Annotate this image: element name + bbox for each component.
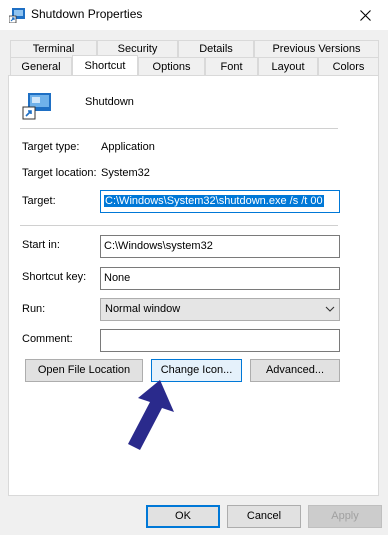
shortcut-key-input[interactable]: None — [100, 267, 340, 290]
target-type-label: Target type: — [22, 141, 80, 153]
shortcut-key-value: None — [104, 272, 131, 284]
run-label: Run: — [22, 303, 46, 315]
shortcut-name: Shutdown — [85, 96, 134, 108]
tab-colors[interactable]: Colors — [318, 57, 379, 75]
separator — [20, 225, 338, 226]
tab-previous-versions[interactable]: Previous Versions — [254, 40, 379, 57]
shutdown-shortcut-icon — [22, 93, 51, 120]
target-type-value: Application — [101, 141, 155, 153]
start-in-value: C:\Windows\system32 — [104, 240, 213, 252]
window-title: Shutdown Properties — [31, 7, 143, 21]
ok-button[interactable]: OK — [146, 505, 220, 528]
target-location-label: Target location: — [22, 167, 97, 179]
tab-general[interactable]: General — [10, 57, 72, 75]
shortcut-key-label: Shortcut key: — [22, 271, 87, 283]
tab-details[interactable]: Details — [178, 40, 254, 57]
separator — [20, 128, 338, 129]
tab-font[interactable]: Font — [205, 57, 258, 75]
run-value: Normal window — [105, 303, 181, 315]
target-input[interactable]: C:\Windows\System32\shutdown.exe /s /t 0… — [100, 190, 340, 213]
target-location-value: System32 — [101, 167, 150, 179]
arrow-annotation-icon — [128, 380, 174, 450]
comment-label: Comment: — [22, 333, 73, 345]
start-in-input[interactable]: C:\Windows\system32 — [100, 235, 340, 258]
start-in-label: Start in: — [22, 239, 60, 251]
tab-layout[interactable]: Layout — [258, 57, 318, 75]
shortcut-app-icon — [9, 8, 25, 23]
tab-options[interactable]: Options — [138, 57, 205, 75]
apply-button[interactable]: Apply — [308, 505, 382, 528]
close-button[interactable] — [342, 0, 388, 30]
chevron-down-icon — [325, 306, 335, 312]
title-bar: Shutdown Properties — [0, 0, 388, 30]
cancel-button[interactable]: Cancel — [227, 505, 301, 528]
tab-shortcut[interactable]: Shortcut — [72, 55, 138, 75]
advanced-button[interactable]: Advanced... — [250, 359, 340, 382]
run-dropdown[interactable]: Normal window — [100, 298, 340, 321]
close-icon — [359, 9, 371, 21]
target-input-value: C:\Windows\System32\shutdown.exe /s /t 0… — [104, 195, 324, 207]
comment-input[interactable] — [100, 329, 340, 352]
target-label: Target: — [22, 195, 56, 207]
